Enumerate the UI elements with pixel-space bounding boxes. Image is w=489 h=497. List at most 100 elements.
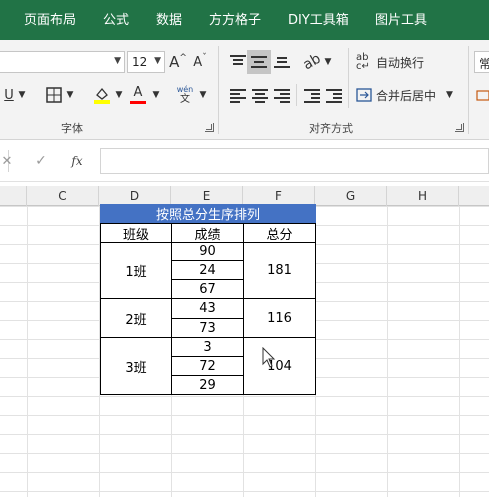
group-divider [218, 46, 219, 134]
check-icon: ✓ [35, 153, 47, 169]
merge-center-button[interactable]: 合并后居中 ▼ [356, 84, 456, 106]
font-dialog-launcher[interactable] [205, 123, 214, 132]
close-icon: ✕ [1, 153, 13, 169]
grow-font-button[interactable]: A ^ [168, 51, 188, 73]
header-total[interactable]: 总分 [243, 223, 316, 243]
align-left-icon[interactable] [230, 88, 246, 103]
column-header-G[interactable]: G [315, 186, 387, 206]
wrap-text-button[interactable]: ab c↵ 自动换行 [356, 51, 456, 73]
decrease-indent-icon[interactable] [304, 88, 320, 103]
up-arrow-icon: ^ [179, 53, 187, 63]
fill-bucket-icon [94, 87, 110, 104]
font-name-select[interactable]: ▼ [0, 51, 125, 73]
font-group-label: 字体 [61, 122, 83, 135]
column-header-D[interactable]: D [99, 186, 171, 206]
shrink-font-icon: A [193, 54, 203, 70]
tab-diy-toolbox[interactable]: DIY工具箱 [288, 12, 349, 30]
tab-picture-tools[interactable]: 图片工具 [375, 12, 427, 30]
excel-window: 页面布局 公式 数据 方方格子 DIY工具箱 图片工具 ▼ 12 ▼ A ^ Aˇ… [0, 0, 489, 497]
font-color-dropdown[interactable]: ▼ [150, 84, 162, 106]
column-header-I[interactable] [459, 186, 489, 206]
border-dropdown[interactable]: ▼ [64, 84, 76, 106]
chevron-down-icon: ▼ [152, 90, 160, 100]
underline-button[interactable]: U [2, 84, 16, 106]
tab-page-layout[interactable]: 页面布局 [24, 12, 76, 30]
fill-color-dropdown[interactable]: ▼ [113, 84, 125, 106]
column-header-E[interactable]: E [171, 186, 243, 206]
font-color-swatch [130, 101, 146, 104]
underline-dropdown[interactable]: ▼ [16, 84, 28, 106]
tab-data[interactable]: 数据 [156, 12, 182, 30]
column-header-C[interactable]: C [27, 186, 99, 206]
ribbon: ▼ 12 ▼ A ^ Aˇ U ▼ ▼ ▼ A ▼ wén 文 ▼ 字体 ab … [0, 40, 489, 140]
column-header-H[interactable]: H [387, 186, 459, 206]
border-button[interactable] [44, 84, 64, 106]
class-cell-2[interactable]: 2班 [100, 298, 172, 338]
ribbon-tab-bar: 页面布局 公式 数据 方方格子 DIY工具箱 图片工具 [0, 0, 489, 40]
align-middle-button[interactable] [247, 50, 271, 74]
worksheet-grid[interactable]: 按照总分生序排列 班级 成绩 总分 1班 90 24 67 181 2班 43 … [0, 204, 489, 497]
chevron-down-icon: ▼ [18, 90, 26, 100]
fill-color-button[interactable] [92, 84, 112, 106]
insert-function-button[interactable]: fx [66, 150, 88, 172]
mouse-pointer-icon [262, 347, 276, 368]
header-score[interactable]: 成绩 [171, 223, 244, 243]
tab-formulas[interactable]: 公式 [103, 12, 129, 30]
font-size-select[interactable]: 12 ▼ [127, 51, 165, 73]
score-cell[interactable]: 90 [171, 242, 244, 261]
font-size-value: 12 [132, 55, 148, 69]
score-cell[interactable]: 72 [171, 356, 244, 376]
column-header-B[interactable] [0, 186, 27, 206]
cancel-button[interactable]: ✕ [0, 150, 14, 172]
score-cell[interactable]: 43 [171, 298, 244, 319]
chevron-down-icon: ▼ [446, 90, 453, 100]
formula-bar: ✕ ✓ fx [0, 140, 489, 182]
score-cell[interactable]: 24 [171, 260, 244, 280]
number-format-value: 常 [479, 57, 489, 71]
orientation-icon: ab [300, 50, 324, 74]
alignment-dialog-launcher[interactable] [455, 123, 464, 132]
score-cell[interactable]: 29 [171, 375, 244, 395]
align-center-icon[interactable] [252, 88, 268, 103]
score-cell[interactable]: 67 [171, 279, 244, 299]
align-top-icon[interactable] [230, 54, 246, 68]
currency-format-button[interactable] [476, 84, 489, 106]
chevron-down-icon: ▼ [154, 56, 161, 66]
merge-center-label: 合并后居中 [376, 88, 437, 103]
header-class[interactable]: 班级 [100, 223, 172, 243]
tab-fangfang[interactable]: 方方格子 [209, 12, 261, 30]
align-middle-icon [251, 55, 267, 69]
column-header-bar: C D E F G H [0, 186, 489, 206]
font-color-icon: A [133, 85, 143, 100]
formula-input[interactable] [100, 148, 489, 174]
phonetic-dropdown[interactable]: ▼ [197, 84, 209, 106]
enter-button[interactable]: ✓ [32, 150, 50, 172]
score-cell[interactable]: 73 [171, 318, 244, 338]
alignment-group-label: 对齐方式 [309, 122, 353, 135]
wrap-text-icon: ab c↵ [356, 52, 370, 72]
total-cell-1[interactable]: 181 [243, 242, 316, 299]
class-cell-1[interactable]: 1班 [100, 242, 172, 299]
align-right-icon[interactable] [274, 88, 290, 103]
divider [296, 84, 297, 106]
class-cell-3[interactable]: 3班 [100, 337, 172, 395]
table-title[interactable]: 按照总分生序排列 [100, 204, 316, 223]
merge-center-icon [356, 88, 372, 102]
column-header-F[interactable]: F [243, 186, 315, 206]
font-color-button[interactable]: A [128, 84, 148, 106]
phonetic-bottom: 文 [180, 94, 190, 105]
total-cell-3[interactable]: 104 [243, 337, 316, 395]
shrink-font-button[interactable]: Aˇ [190, 51, 210, 73]
phonetic-button[interactable]: wén 文 [174, 84, 196, 106]
align-bottom-icon[interactable] [274, 54, 290, 68]
number-format-select[interactable]: 常 [474, 51, 489, 73]
underline-icon: U [4, 87, 14, 103]
divider [348, 48, 349, 108]
total-cell-2[interactable]: 116 [243, 298, 316, 338]
orientation-dropdown[interactable]: ▼ [322, 51, 334, 73]
chevron-down-icon: ▼ [66, 90, 74, 100]
group-divider [468, 46, 469, 134]
score-cell[interactable]: 3 [171, 337, 244, 357]
grow-font-icon: A [169, 53, 180, 71]
increase-indent-icon[interactable] [326, 88, 342, 103]
